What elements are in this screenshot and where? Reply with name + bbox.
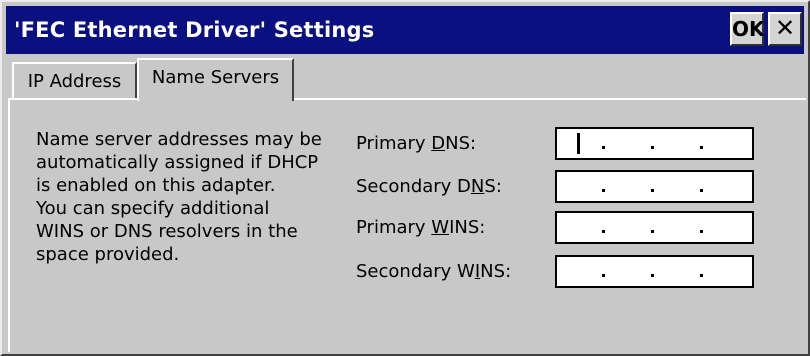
primary-dns-input[interactable] <box>555 127 754 160</box>
name-server-description: Name server addresses may be automatical… <box>36 129 322 265</box>
primary-dns-label: Primary DNS: <box>356 133 477 154</box>
ok-button[interactable]: OK <box>730 12 765 46</box>
settings-dialog: 'FEC Ethernet Driver' Settings OK ✕ IP A… <box>0 0 810 356</box>
secondary-dns-label: Secondary DNS: <box>356 176 502 197</box>
window-title: 'FEC Ethernet Driver' Settings <box>14 18 375 42</box>
tab-label: IP Address <box>27 71 122 92</box>
tab-panel-edge <box>8 98 10 352</box>
secondary-dns-input[interactable] <box>555 170 754 203</box>
tab-ip-address[interactable]: IP Address <box>12 62 137 98</box>
tab-label: Name Servers <box>151 67 280 88</box>
close-button[interactable]: ✕ <box>768 12 802 46</box>
tab-name-servers[interactable]: Name Servers <box>137 58 294 101</box>
close-icon: ✕ <box>774 14 796 42</box>
secondary-wins-input[interactable] <box>555 255 754 288</box>
primary-wins-label: Primary WINS: <box>356 217 486 238</box>
title-bar: 'FEC Ethernet Driver' Settings OK ✕ <box>6 6 804 54</box>
primary-wins-input[interactable] <box>555 211 754 244</box>
tab-strip-line <box>292 98 806 100</box>
secondary-wins-label: Secondary WINS: <box>356 261 512 282</box>
text-caret <box>577 133 580 154</box>
